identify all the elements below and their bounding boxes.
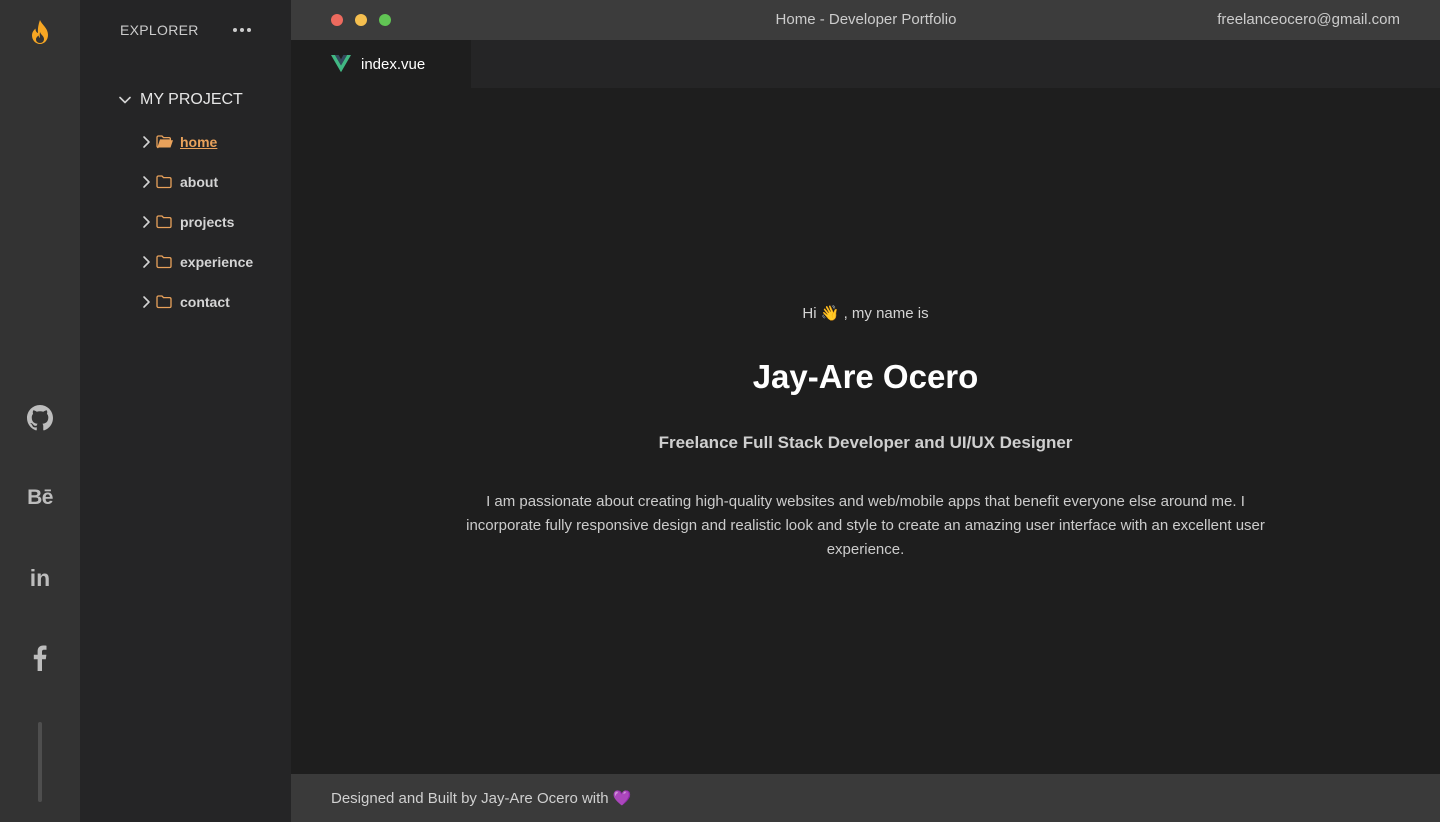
footer-credit: Designed and Built by Jay-Are Ocero with… bbox=[331, 790, 632, 807]
hero-role: Freelance Full Stack Developer and UI/UX… bbox=[658, 433, 1073, 452]
sidebar-item-label: about bbox=[180, 174, 219, 190]
chevron-right-icon bbox=[140, 135, 152, 149]
sidebar-item-contact[interactable]: contact bbox=[140, 290, 230, 314]
footer: Designed and Built by Jay-Are Ocero with… bbox=[291, 774, 1440, 822]
project-folder-header[interactable]: MY PROJECT bbox=[118, 88, 243, 112]
chevron-right-icon bbox=[140, 255, 152, 269]
hero-bio: I am passionate about creating high-qual… bbox=[466, 493, 1265, 558]
flame-icon[interactable] bbox=[28, 18, 52, 46]
chevron-right-icon bbox=[140, 175, 152, 189]
more-options-icon[interactable] bbox=[230, 20, 254, 40]
linkedin-icon[interactable]: in bbox=[24, 562, 56, 594]
tab-bar: index.vue bbox=[291, 40, 1440, 88]
facebook-icon[interactable] bbox=[24, 642, 56, 674]
sidebar-item-label: projects bbox=[180, 214, 235, 230]
github-icon[interactable] bbox=[24, 402, 56, 434]
title-bar: Home - Developer Portfolio freelanceocer… bbox=[291, 0, 1440, 40]
activity-scrollbar[interactable] bbox=[38, 722, 42, 802]
email-link[interactable]: freelanceocero@gmail.com bbox=[1217, 11, 1400, 28]
folder-open-icon bbox=[156, 135, 174, 149]
sidebar-item-about[interactable]: about bbox=[140, 170, 218, 194]
vue-icon bbox=[331, 55, 351, 73]
behance-icon[interactable]: Bē bbox=[24, 482, 56, 514]
explorer-sidebar: EXPLORER MY PROJECT home about projects … bbox=[80, 0, 291, 822]
tab-index-vue[interactable]: index.vue bbox=[291, 40, 471, 88]
folder-icon bbox=[156, 255, 174, 269]
chevron-right-icon bbox=[140, 215, 152, 229]
sidebar-item-experience[interactable]: experience bbox=[140, 250, 253, 274]
sidebar-item-home[interactable]: home bbox=[140, 130, 217, 154]
folder-icon bbox=[156, 295, 174, 309]
sidebar-item-projects[interactable]: projects bbox=[140, 210, 234, 234]
chevron-right-icon bbox=[140, 295, 152, 309]
tab-label: index.vue bbox=[361, 55, 426, 73]
sidebar-item-label: experience bbox=[180, 254, 254, 270]
folder-icon bbox=[156, 215, 174, 229]
hero-name: Jay-Are Ocero bbox=[752, 358, 979, 395]
explorer-title: EXPLORER bbox=[120, 22, 199, 38]
chevron-down-icon bbox=[119, 96, 131, 104]
sidebar-item-label: contact bbox=[180, 294, 230, 310]
hero-greeting: Hi 👋 , my name is bbox=[802, 305, 929, 322]
sidebar-item-label: home bbox=[180, 134, 218, 150]
editor-content: Hi 👋 , my name is Jay-Are Ocero Freelanc… bbox=[291, 88, 1440, 774]
folder-icon bbox=[156, 175, 174, 189]
project-name: MY PROJECT bbox=[140, 91, 243, 108]
activity-bar: Bē in bbox=[0, 0, 80, 822]
